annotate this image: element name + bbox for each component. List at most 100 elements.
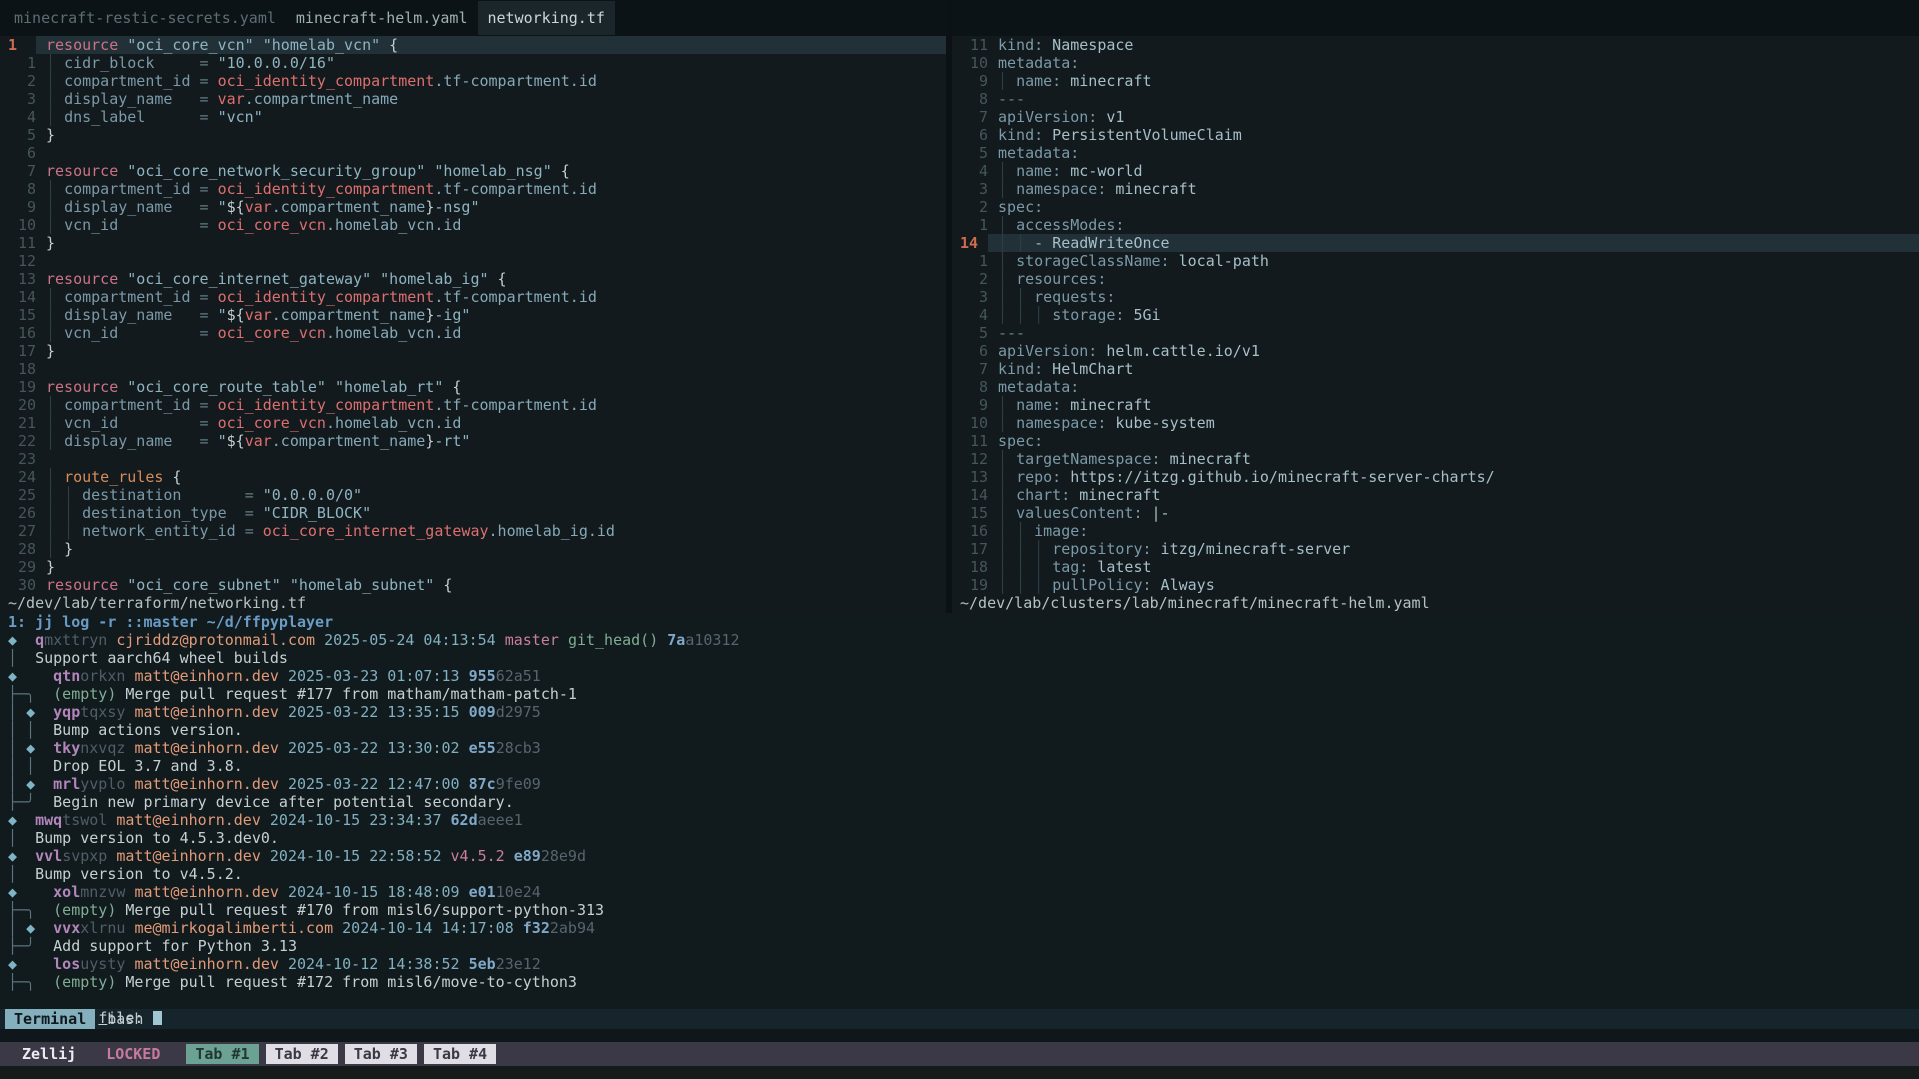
text-segment: │ (46, 324, 64, 342)
editor-pane-minecraft-helm-yaml[interactable]: 11kind: Namespace10metadata:9│ name: min… (952, 0, 1919, 613)
text-segment (118, 576, 127, 594)
text-segment: repo: (1016, 468, 1061, 486)
text-segment: oci_identity_compartment (218, 396, 435, 414)
buffer-tab-networking-tf[interactable]: networking.tf (478, 1, 615, 35)
code-line: 14│ compartment_id = oci_identity_compar… (0, 288, 946, 306)
zellij-tab-3[interactable]: Tab #3 (345, 1044, 417, 1064)
text-segment: .homelab_vcn.id (326, 216, 461, 234)
text-segment: namespace: (1016, 414, 1106, 432)
text-segment: "oci_core_network_security_group" "homel… (127, 162, 551, 180)
text-segment: } (64, 540, 73, 558)
code-line-cursor: 14│ │ - ReadWriteOnce (952, 234, 1919, 252)
text-segment: │ │ (46, 522, 82, 540)
code-line-content: │ resources: (988, 270, 1919, 288)
text-segment: - (1034, 234, 1052, 252)
text-segment (35, 793, 53, 811)
code-line: 24│ route_rules { (0, 468, 946, 486)
code-line: 10metadata: (952, 54, 1919, 72)
code-line-content: metadata: (988, 378, 1919, 396)
line-number: 10 (0, 216, 36, 234)
text-segment: aeee1 (478, 811, 523, 829)
text-segment: mxttryn (44, 631, 107, 649)
text-segment: resource (46, 270, 118, 288)
code-line-content: │ namespace: minecraft (988, 180, 1919, 198)
code-line: 30resource "oci_core_subnet" "homelab_su… (0, 576, 946, 594)
line-number: 14 (0, 288, 36, 306)
line-number: 16 (0, 324, 36, 342)
text-segment (118, 378, 127, 396)
code-line: 8│ compartment_id = oci_identity_compart… (0, 180, 946, 198)
line-number: 5 (952, 144, 988, 162)
text-segment: ◆ (26, 703, 35, 721)
text-segment: matt@einhorn.dev (134, 703, 279, 721)
text-segment: = (200, 108, 218, 126)
buffer-tab-minecraft-restic-secrets-yaml[interactable]: minecraft-restic-secrets.yaml (4, 1, 286, 35)
code-line: 6 (0, 144, 946, 162)
code-line: 21│ vcn_id = oci_core_vcn.homelab_vcn.id (0, 414, 946, 432)
text-segment (118, 414, 199, 432)
text-segment: name: (1016, 72, 1061, 90)
text-segment (514, 919, 523, 937)
terminal-tab-active[interactable]: Terminal (5, 1009, 95, 1029)
text-segment: 2024-10-12 14:38:52 (288, 955, 460, 973)
code-line: 4│ name: mc-world (952, 162, 1919, 180)
text-segment: 7a (667, 631, 685, 649)
code-area-yaml[interactable]: 11kind: Namespace10metadata:9│ name: min… (952, 36, 1919, 594)
terminal-tab-bash[interactable]: bash (107, 1010, 143, 1028)
line-number: 8 (952, 378, 988, 396)
code-line-content: kind: PersistentVolumeClaim (988, 126, 1919, 144)
line-number: 9 (952, 396, 988, 414)
terminal-pane[interactable]: 1: jj log -r ::master ~/d/ffpyplayer ◆ q… (0, 613, 1919, 1029)
text-segment (460, 883, 469, 901)
text-segment: cjriddz@protonmail.com (116, 631, 315, 649)
zellij-tab-2[interactable]: Tab #2 (266, 1044, 338, 1064)
text-segment: = (200, 180, 218, 198)
text-segment: Merge pull request #172 from misl6/move-… (116, 973, 577, 991)
text-segment: Always (1152, 576, 1215, 594)
zellij-tab-1[interactable]: Tab #1 (186, 1044, 258, 1064)
zellij-mode-locked-badge: LOCKED (106, 1045, 160, 1063)
code-line: 25│ │ destination = "0.0.0.0/0" (0, 486, 946, 504)
code-line-cursor: 1resource "oci_core_vcn" "homelab_vcn" { (0, 36, 946, 54)
text-segment: orkxn (80, 667, 125, 685)
text-segment: = (200, 396, 218, 414)
code-line-content: │ vcn_id = oci_core_vcn.homelab_vcn.id (36, 414, 946, 432)
buffer-tab-minecraft-helm-yaml[interactable]: minecraft-helm.yaml (286, 1, 478, 35)
zellij-tabs: Tab #1 Tab #2 Tab #3 Tab #4 (186, 1045, 503, 1063)
text-segment: } (46, 234, 55, 252)
text-segment: { (163, 468, 181, 486)
text-segment (496, 631, 505, 649)
bufferline: minecraft-restic-secrets.yamlminecraft-h… (0, 0, 946, 36)
code-line-content: │ repo: https://itzg.github.io/minecraft… (988, 468, 1919, 486)
text-segment: resource (46, 378, 118, 396)
terminal-cursor (153, 1011, 162, 1025)
line-number: 1 (952, 216, 988, 234)
log-row: ├─╮ (empty) Merge pull request #170 from… (0, 901, 1919, 919)
text-segment: repository: (1052, 540, 1151, 558)
code-area-terraform[interactable]: 1resource "oci_core_vcn" "homelab_vcn" {… (0, 36, 946, 594)
code-line-content: --- (988, 324, 1919, 342)
line-number: 25 (0, 486, 36, 504)
text-segment: Support aarch64 wheel builds (35, 649, 288, 667)
text-segment: --- (998, 90, 1025, 108)
code-line: 13│ repo: https://itzg.github.io/minecra… (952, 468, 1919, 486)
code-line-content: │ compartment_id = oci_identity_compartm… (36, 180, 946, 198)
editor-pane-networking-tf[interactable]: minecraft-restic-secrets.yamlminecraft-h… (0, 0, 946, 613)
text-segment: = (200, 216, 218, 234)
text-segment: -rt" (434, 432, 470, 450)
text-segment: compartment_id (64, 180, 190, 198)
zellij-tab-4[interactable]: Tab #4 (424, 1044, 496, 1064)
text-segment: ◆ (8, 811, 17, 829)
text-segment: │ (46, 198, 64, 216)
code-line-content: │ chart: minecraft (988, 486, 1919, 504)
text-segment: " (218, 306, 227, 324)
text-segment: destination (82, 486, 181, 504)
text-segment: tag: (1052, 558, 1088, 576)
text-segment: = (245, 504, 263, 522)
text-segment: { (443, 378, 461, 396)
code-line-content: resource "oci_core_vcn" "homelab_vcn" { (36, 36, 946, 54)
input-line[interactable]: log file: (0, 991, 1919, 1009)
text-segment: compartment_id (64, 288, 190, 306)
code-line-content: │ name: minecraft (988, 396, 1919, 414)
text-segment: │ (998, 216, 1016, 234)
